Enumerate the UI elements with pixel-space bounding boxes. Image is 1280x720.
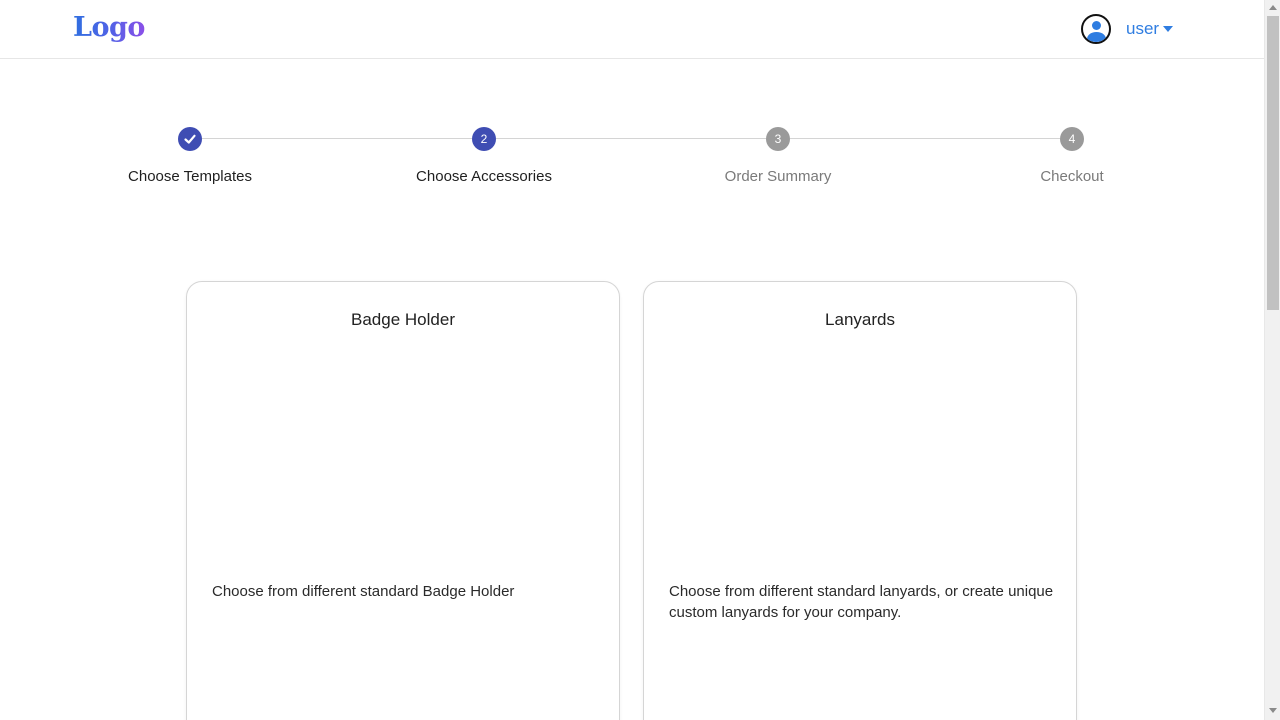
badge-holder-card[interactable]: Badge Holder Choose from different stand… bbox=[186, 281, 620, 720]
step-4-label[interactable]: Checkout bbox=[962, 168, 1182, 185]
card-title: Lanyards bbox=[825, 310, 895, 329]
avatar-head bbox=[1092, 21, 1101, 30]
card-title: Badge Holder bbox=[351, 310, 455, 329]
caret-down-icon bbox=[1163, 26, 1174, 32]
step-4-circle[interactable]: 4 bbox=[1060, 127, 1084, 151]
scrollbar-thumb[interactable] bbox=[1267, 16, 1279, 310]
check-icon bbox=[184, 134, 196, 144]
stepper-connector-3-4 bbox=[790, 138, 1060, 139]
step-2-label[interactable]: Choose Accessories bbox=[374, 168, 594, 185]
logo[interactable]: Logo bbox=[73, 12, 145, 43]
step-3-label[interactable]: Order Summary bbox=[668, 168, 888, 185]
user-label: user bbox=[1126, 19, 1160, 38]
step-3-circle[interactable]: 3 bbox=[766, 127, 790, 151]
card-description: Choose from different standard Badge Hol… bbox=[212, 583, 515, 600]
step-1-circle[interactable] bbox=[178, 127, 202, 151]
stepper-connector-2-3 bbox=[496, 138, 766, 139]
user-circle-icon[interactable] bbox=[1081, 14, 1111, 44]
scroll-down-arrow-icon[interactable] bbox=[1269, 708, 1277, 713]
scroll-up-arrow-icon[interactable] bbox=[1269, 5, 1277, 10]
top-navbar: Logo user bbox=[0, 0, 1264, 59]
vertical-scrollbar[interactable] bbox=[1264, 0, 1280, 720]
user-dropdown-toggle[interactable]: user bbox=[1126, 18, 1174, 40]
stepper-connector-1-2 bbox=[202, 138, 472, 139]
lanyards-card[interactable]: Lanyards Choose from different standard … bbox=[643, 281, 1077, 720]
page: Logo user Choose Templates 2 Choose Acce… bbox=[0, 0, 1264, 720]
step-2-circle[interactable]: 2 bbox=[472, 127, 496, 151]
avatar-body bbox=[1087, 32, 1106, 42]
step-1-label[interactable]: Choose Templates bbox=[80, 168, 300, 185]
card-description: Choose from different standard lanyards,… bbox=[669, 583, 1054, 621]
